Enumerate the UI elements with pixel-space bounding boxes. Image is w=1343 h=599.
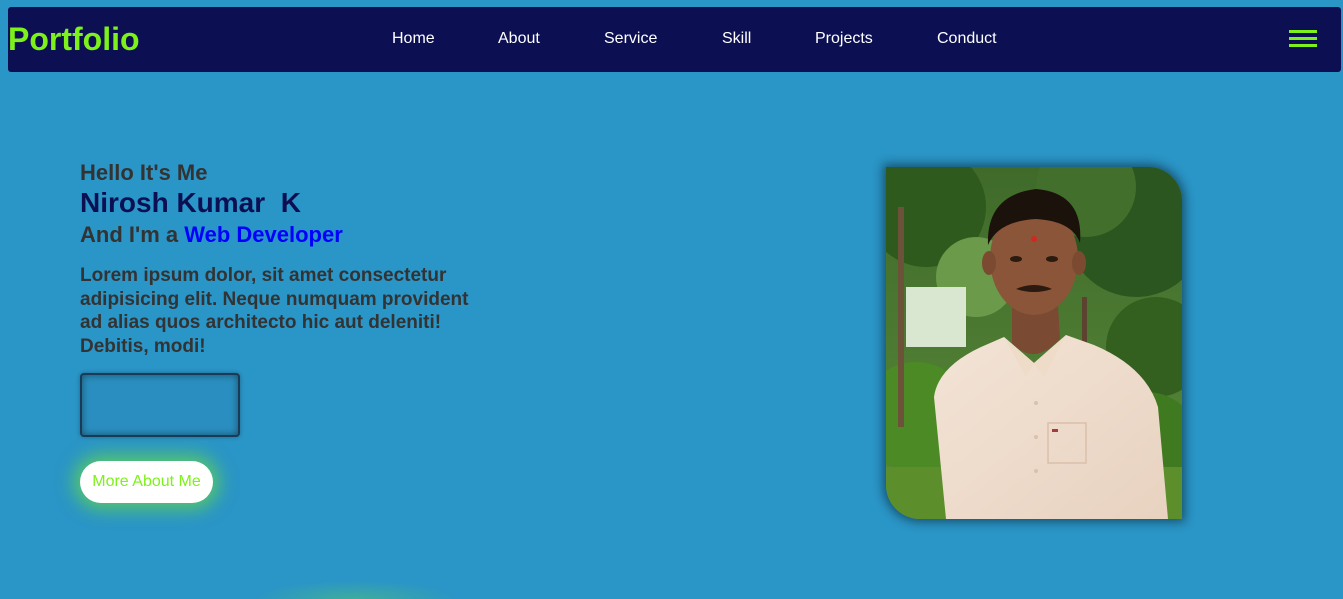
- decorative-glow: [250, 580, 460, 599]
- menu-bar-top: [1289, 30, 1317, 33]
- more-about-me-button[interactable]: More About Me: [80, 461, 213, 503]
- nav-link-about[interactable]: About: [498, 30, 540, 48]
- greeting-text: Hello It's Me: [80, 160, 208, 185]
- portfolio-page: Portfolio Home About Service Skill Proje…: [0, 0, 1343, 599]
- social-icons-box: [80, 373, 240, 437]
- nav-links: Home About Service Skill Projects Conduc…: [8, 30, 1341, 50]
- role-highlight: Web Developer: [184, 222, 343, 247]
- role-prefix: And I'm a: [80, 222, 185, 247]
- nav-link-projects[interactable]: Projects: [815, 30, 873, 48]
- profile-photo: [886, 167, 1182, 519]
- nav-link-service[interactable]: Service: [604, 30, 657, 48]
- menu-bar-middle: [1289, 37, 1317, 40]
- hamburger-menu-icon[interactable]: [1289, 30, 1317, 48]
- bio-paragraph: Lorem ipsum dolor, sit amet consectetur …: [80, 265, 469, 357]
- menu-bar-bottom: [1289, 44, 1317, 47]
- nav-link-conduct[interactable]: Conduct: [937, 30, 997, 48]
- role-line: And I'm a Web Developer: [80, 222, 343, 248]
- nav-link-skill[interactable]: Skill: [722, 30, 751, 48]
- top-navbar: Portfolio Home About Service Skill Proje…: [8, 7, 1341, 72]
- person-name: Nirosh Kumar K: [80, 187, 301, 218]
- nav-link-home[interactable]: Home: [392, 30, 435, 48]
